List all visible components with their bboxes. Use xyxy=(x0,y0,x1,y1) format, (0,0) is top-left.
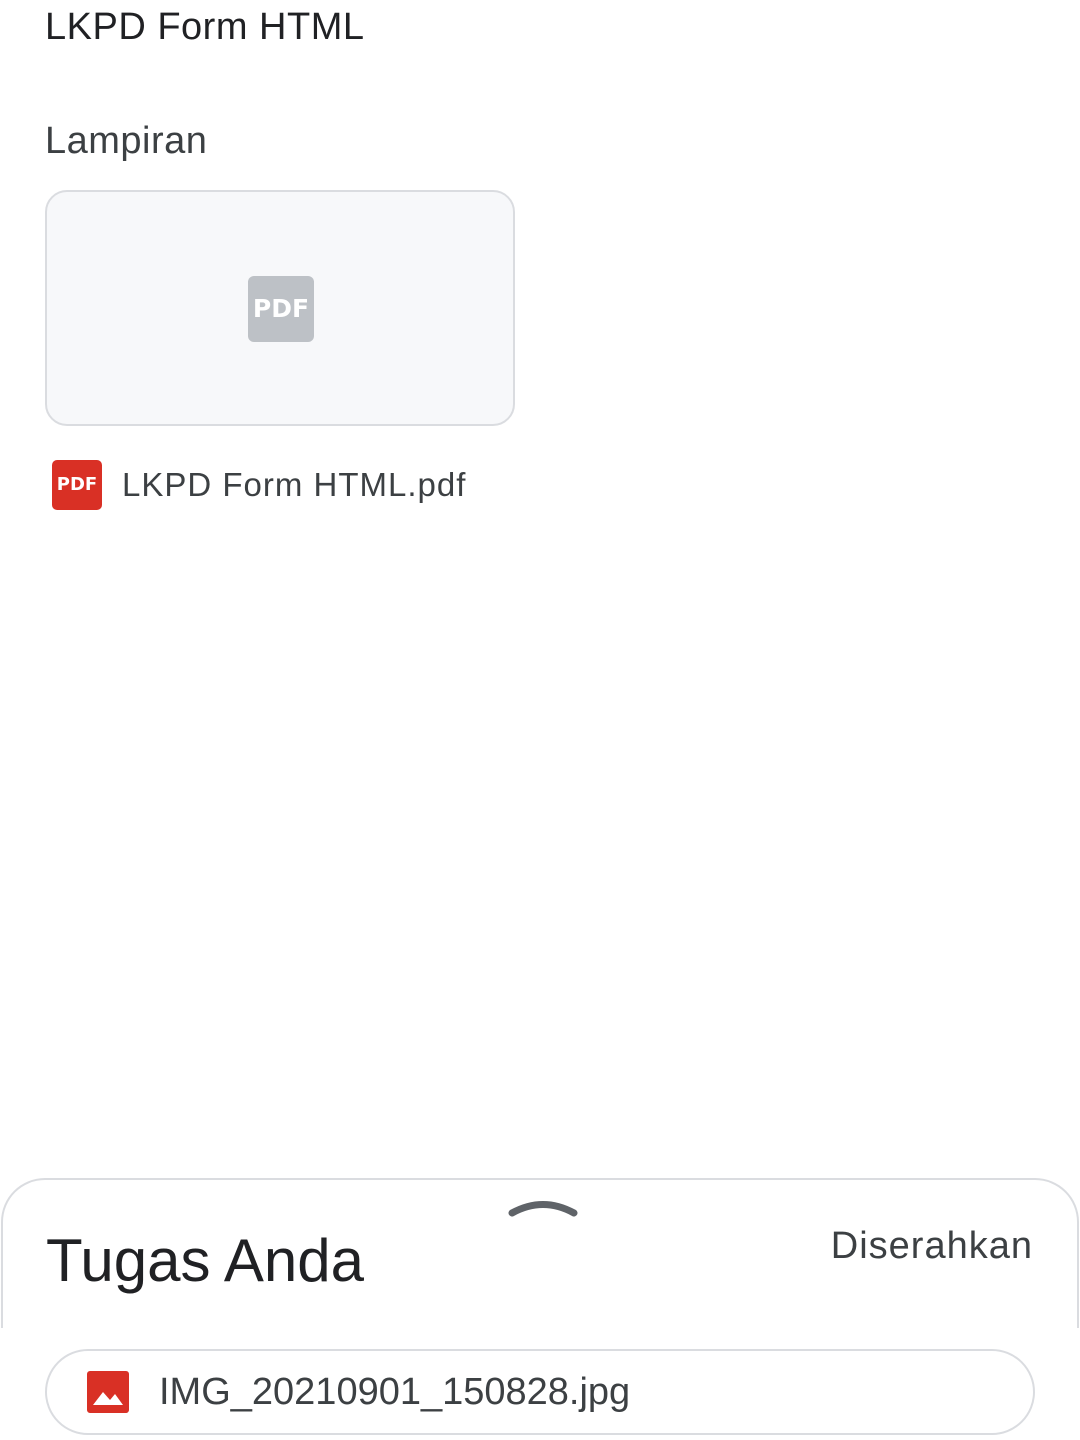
submission-status: Diserahkan xyxy=(830,1225,1033,1267)
pdf-icon: PDF xyxy=(52,460,102,510)
submitted-file-name: IMG_20210901_150828.jpg xyxy=(159,1370,631,1413)
attachment-file-name: LKPD Form HTML.pdf xyxy=(122,466,467,503)
your-work-title: Tugas Anda xyxy=(46,1227,365,1294)
assignment-screen: LKPD Form HTML Lampiran PDF PDF LKPD For… xyxy=(0,0,1080,1440)
attachment-file-row[interactable]: PDF LKPD Form HTML.pdf xyxy=(52,459,466,511)
attachment-card[interactable]: PDF xyxy=(45,190,515,426)
attachments-heading: Lampiran xyxy=(45,120,208,162)
assignment-description: LKPD Form HTML xyxy=(45,6,365,48)
submitted-file-chip[interactable]: IMG_20210901_150828.jpg xyxy=(45,1349,1035,1435)
chevron-up-icon[interactable] xyxy=(508,1194,578,1220)
image-icon xyxy=(87,1371,129,1413)
pdf-icon: PDF xyxy=(248,276,314,342)
